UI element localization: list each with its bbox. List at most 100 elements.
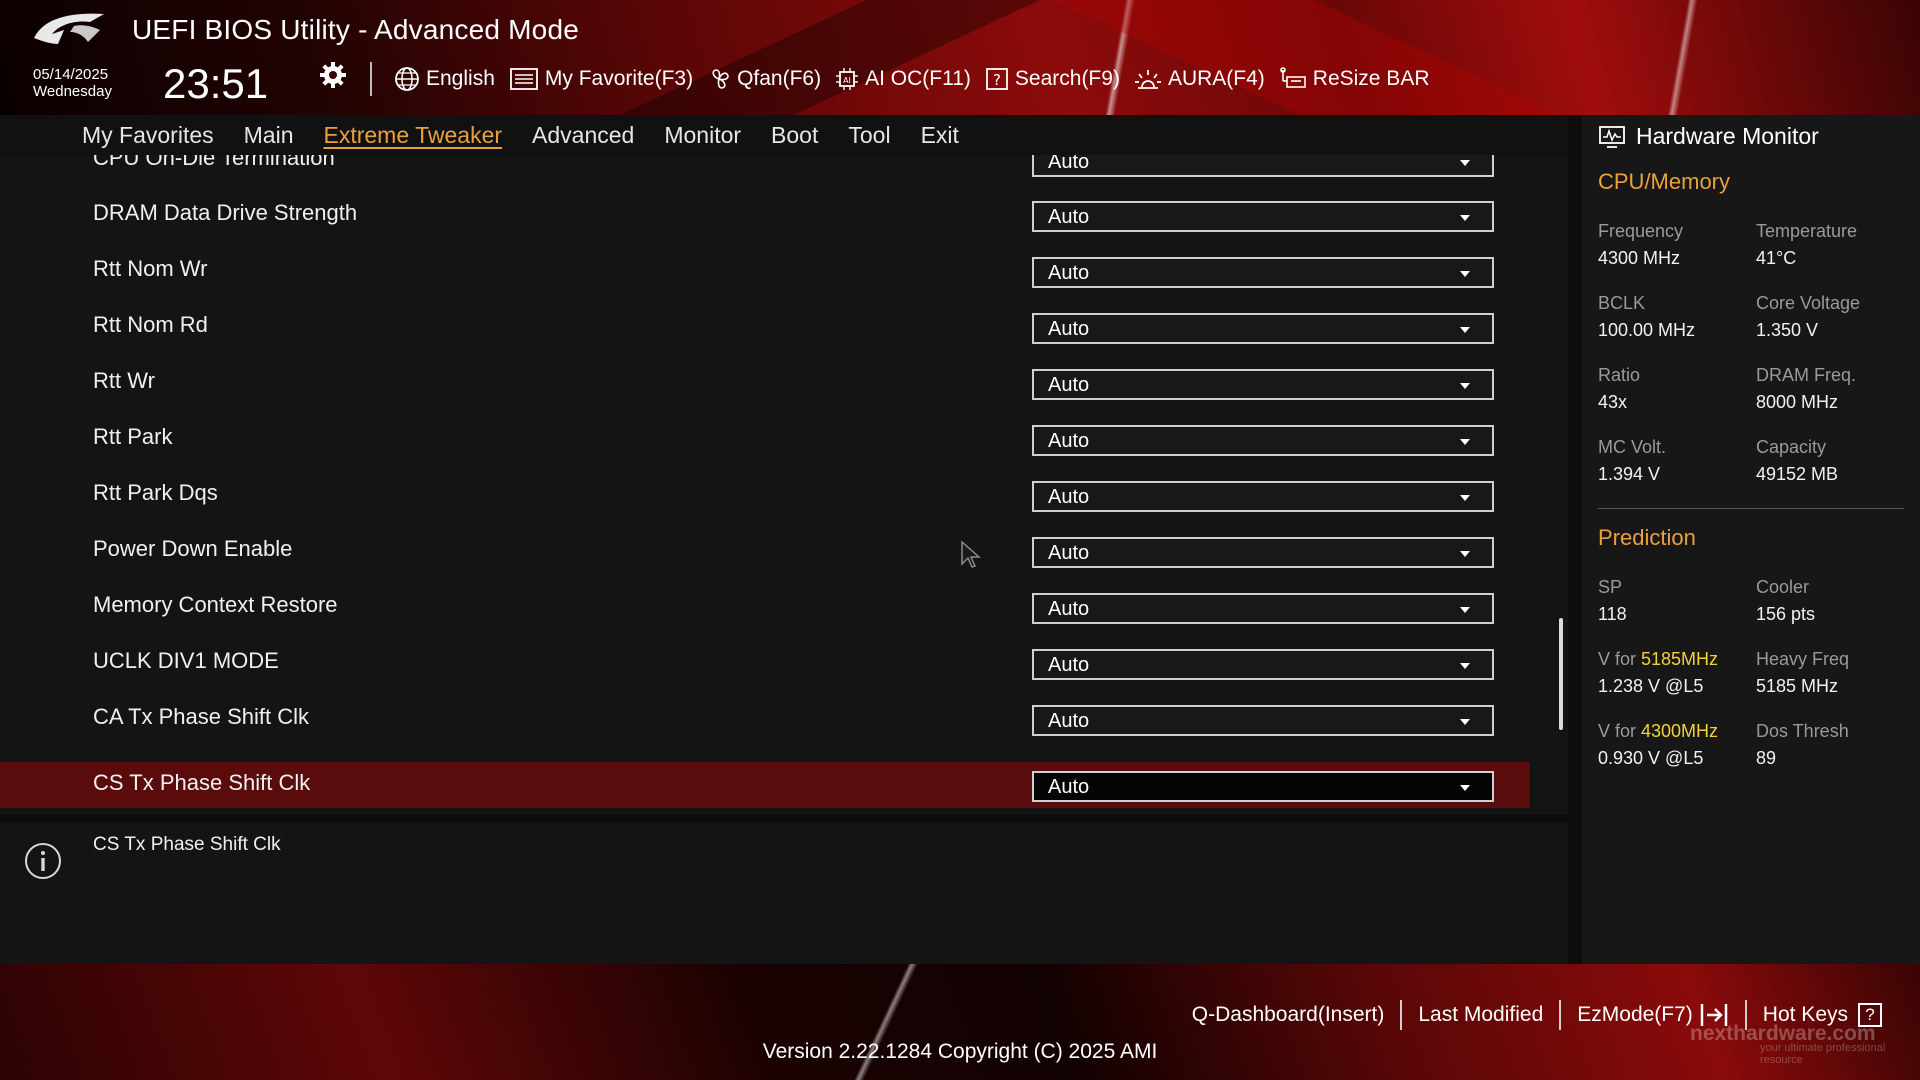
- setting-row[interactable]: Rtt Park Auto: [0, 416, 1530, 462]
- hw-temperature: Temperature 41°C: [1756, 221, 1906, 269]
- aura-button[interactable]: AURA(F4): [1134, 67, 1265, 91]
- hw-key: Cooler: [1756, 577, 1810, 597]
- language-button[interactable]: English: [394, 66, 495, 92]
- hw-value: 1.394 V: [1598, 464, 1661, 484]
- hw-sp: SP 118: [1598, 577, 1748, 625]
- my-favorite-button[interactable]: My Favorite(F3): [509, 67, 693, 91]
- menu-monitor[interactable]: Monitor: [664, 122, 741, 149]
- dropdown-value: Auto: [1048, 542, 1090, 564]
- info-icon: [25, 843, 61, 879]
- setting-dropdown[interactable]: Auto: [1032, 649, 1494, 680]
- hw-v-for-heavy: V for 5185MHz 1.238 V @L5: [1598, 649, 1748, 697]
- menu-extreme-tweaker[interactable]: Extreme Tweaker: [324, 122, 503, 149]
- hw-value: 118: [1598, 604, 1627, 624]
- menu-advanced[interactable]: Advanced: [532, 122, 634, 149]
- setting-dropdown[interactable]: Auto: [1032, 771, 1494, 802]
- hw-frequency: Frequency 4300 MHz: [1598, 221, 1748, 269]
- dropdown-value: Auto: [1048, 318, 1090, 340]
- setting-row-selected[interactable]: CS Tx Phase Shift Clk Auto: [0, 762, 1530, 808]
- hw-value: 89: [1756, 748, 1777, 768]
- hw-key: MC Volt.: [1598, 437, 1667, 457]
- q-dashboard-label: Q-Dashboard(Insert): [1191, 1003, 1385, 1026]
- setting-dropdown[interactable]: Auto: [1032, 593, 1494, 624]
- hw-key: V for 5185MHz: [1598, 649, 1748, 670]
- menu-tool[interactable]: Tool: [848, 122, 890, 149]
- last-modified-button[interactable]: Last Modified: [1402, 1003, 1559, 1027]
- scrollbar-thumb[interactable]: [1559, 618, 1563, 730]
- hw-value: 41°C: [1756, 248, 1797, 268]
- resize-bar-button[interactable]: ReSize BAR: [1279, 67, 1430, 91]
- setting-dropdown[interactable]: Auto: [1032, 481, 1494, 512]
- hw-dram-freq: DRAM Freq. 8000 MHz: [1756, 365, 1906, 413]
- chevron-down-icon: [1460, 495, 1470, 501]
- favorite-list-icon: [509, 68, 538, 90]
- setting-label: Rtt Park Dqs: [93, 480, 218, 505]
- svg-text:AI: AI: [843, 76, 851, 85]
- language-label: English: [426, 67, 495, 90]
- hw-key: Ratio: [1598, 365, 1641, 385]
- chevron-down-icon: [1460, 215, 1470, 221]
- chevron-down-icon: [1460, 160, 1470, 166]
- hardware-monitor-header: Hardware Monitor: [1598, 123, 1819, 150]
- globe-icon: [395, 67, 419, 91]
- setting-label: UCLK DIV1 MODE: [93, 648, 279, 673]
- q-dashboard-button[interactable]: Q-Dashboard(Insert): [1176, 1003, 1401, 1027]
- cpu-memory-heading: CPU/Memory: [1598, 169, 1731, 194]
- setting-row[interactable]: Power Down Enable Auto: [0, 528, 1530, 574]
- dropdown-value: Auto: [1048, 710, 1090, 732]
- dropdown-value: Auto: [1048, 598, 1090, 620]
- help-text: CS Tx Phase Shift Clk: [93, 834, 281, 855]
- hw-value: 100.00 MHz: [1598, 320, 1696, 340]
- setting-label: CS Tx Phase Shift Clk: [93, 770, 311, 795]
- hw-key: Dos Thresh: [1756, 721, 1849, 741]
- hw-cooler: Cooler 156 pts: [1756, 577, 1906, 625]
- setting-row[interactable]: UCLK DIV1 MODE Auto: [0, 640, 1530, 686]
- settings-list: CPU On-Die Termination Auto DRAM Data Dr…: [0, 155, 1568, 815]
- qfan-button[interactable]: Qfan(F6): [707, 67, 821, 91]
- menu-my-favorites[interactable]: My Favorites: [82, 122, 214, 149]
- setting-dropdown[interactable]: Auto: [1032, 155, 1494, 177]
- chevron-down-icon: [1460, 327, 1470, 333]
- aura-label: AURA(F4): [1167, 67, 1265, 90]
- toolbar: English My Favorite(F3) Qfan(F6) AI AI O…: [394, 64, 1444, 94]
- chevron-down-icon: [1460, 383, 1470, 389]
- search-button[interactable]: ? Search(F9): [985, 67, 1120, 91]
- setting-dropdown[interactable]: Auto: [1032, 425, 1494, 456]
- hw-value: 8000 MHz: [1756, 392, 1839, 412]
- ai-oc-button[interactable]: AI AI OC(F11): [835, 67, 971, 91]
- setting-row[interactable]: CPU On-Die Termination Auto: [0, 155, 1530, 183]
- setting-label: CPU On-Die Termination: [93, 155, 335, 170]
- footer-bar: Q-Dashboard(Insert) Last Modified EzMode…: [0, 964, 1920, 1080]
- setting-dropdown[interactable]: Auto: [1032, 313, 1494, 344]
- setting-dropdown[interactable]: Auto: [1032, 537, 1494, 568]
- setting-dropdown[interactable]: Auto: [1032, 705, 1494, 736]
- menu-main[interactable]: Main: [244, 122, 294, 149]
- top-header: UEFI BIOS Utility - Advanced Mode 05/14/…: [0, 0, 1920, 115]
- setting-row[interactable]: Rtt Nom Wr Auto: [0, 248, 1530, 294]
- hw-core-voltage: Core Voltage 1.350 V: [1756, 293, 1906, 341]
- clock[interactable]: 23:51: [163, 60, 268, 108]
- setting-row[interactable]: Memory Context Restore Auto: [0, 584, 1530, 630]
- setting-dropdown[interactable]: Auto: [1032, 369, 1494, 400]
- setting-dropdown[interactable]: Auto: [1032, 257, 1494, 288]
- dropdown-value: Auto: [1048, 262, 1090, 284]
- setting-dropdown[interactable]: Auto: [1032, 201, 1494, 232]
- setting-row[interactable]: Rtt Nom Rd Auto: [0, 304, 1530, 350]
- watermark: nexthardware.com your ultimate professio…: [1690, 1022, 1920, 1066]
- setting-label: Rtt Park: [93, 424, 173, 449]
- menu-exit[interactable]: Exit: [921, 122, 959, 149]
- menu-boot[interactable]: Boot: [771, 122, 818, 149]
- gear-icon[interactable]: [318, 60, 348, 90]
- hw-v-for-base: V for 4300MHz 0.930 V @L5: [1598, 721, 1748, 769]
- setting-row[interactable]: CA Tx Phase Shift Clk Auto: [0, 696, 1530, 742]
- hw-key: DRAM Freq.: [1756, 365, 1857, 385]
- hw-bclk: BCLK 100.00 MHz: [1598, 293, 1748, 341]
- hardware-monitor-title: Hardware Monitor: [1636, 123, 1819, 149]
- search-label: Search(F9): [1014, 67, 1120, 90]
- section-divider: [1598, 508, 1904, 509]
- hw-capacity: Capacity 49152 MB: [1756, 437, 1906, 485]
- setting-row[interactable]: Rtt Park Dqs Auto: [0, 472, 1530, 518]
- setting-row[interactable]: DRAM Data Drive Strength Auto: [0, 192, 1530, 238]
- hw-key: V for 4300MHz: [1598, 721, 1748, 742]
- setting-row[interactable]: Rtt Wr Auto: [0, 360, 1530, 406]
